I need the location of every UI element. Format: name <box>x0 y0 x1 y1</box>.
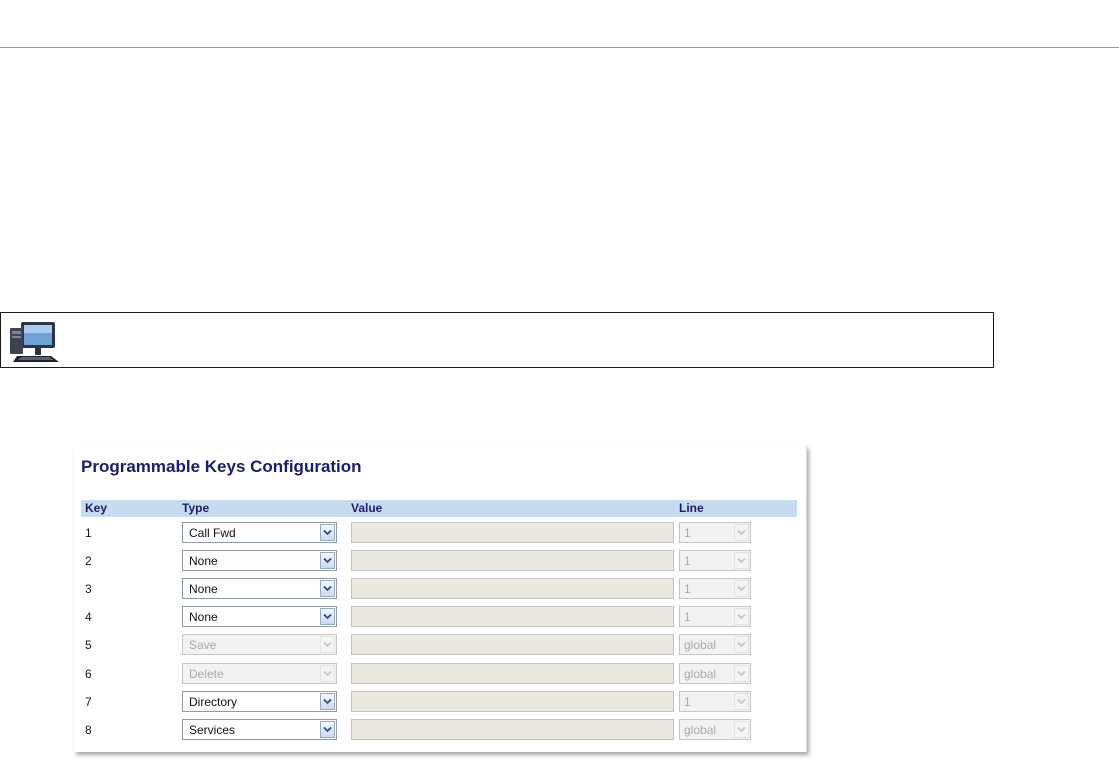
type-select-value: Save <box>189 638 217 652</box>
chevron-down-icon <box>320 636 335 653</box>
type-select-value: None <box>189 582 218 596</box>
table-row: 4 None 1 <box>81 606 797 630</box>
value-field <box>351 663 674 684</box>
type-select[interactable]: None <box>182 578 337 599</box>
chevron-down-icon <box>734 524 749 541</box>
value-field <box>351 578 674 599</box>
key-number: 7 <box>85 695 92 709</box>
key-number: 6 <box>85 667 92 681</box>
chevron-down-icon <box>320 524 335 541</box>
table-row: 7 Directory 1 <box>81 691 797 715</box>
line-select: global <box>679 634 751 655</box>
table-row: 1 Call Fwd 1 <box>81 522 797 546</box>
chevron-down-icon <box>320 693 335 710</box>
line-select-value: 1 <box>684 582 691 596</box>
line-select-value: global <box>684 638 717 652</box>
chevron-down-icon <box>734 721 749 738</box>
line-select-value: 1 <box>684 554 691 568</box>
line-select-value: 1 <box>684 695 691 709</box>
line-select: global <box>679 719 751 740</box>
type-select-value: Call Fwd <box>189 526 236 540</box>
line-select: 1 <box>679 550 751 571</box>
table-row: 5 Save global <box>81 634 797 658</box>
programmable-keys-panel: Programmable Keys Configuration Key Type… <box>74 446 807 752</box>
top-divider <box>0 47 1119 48</box>
table-row: 8 Services global <box>81 719 797 743</box>
table-row: 6 Delete global <box>81 663 797 687</box>
value-field <box>351 719 674 740</box>
table-row: 2 None 1 <box>81 550 797 574</box>
type-select[interactable]: None <box>182 550 337 571</box>
value-field <box>351 606 674 627</box>
chevron-down-icon <box>320 665 335 682</box>
key-number: 4 <box>85 610 92 624</box>
table-row: 3 None 1 <box>81 578 797 602</box>
type-select-value: Delete <box>189 667 224 681</box>
value-field <box>351 522 674 543</box>
column-header-line: Line <box>679 501 704 515</box>
chevron-down-icon <box>734 580 749 597</box>
computer-icon <box>10 322 59 362</box>
type-select: Delete <box>182 663 337 684</box>
chevron-down-icon <box>734 665 749 682</box>
type-select-value: Directory <box>189 695 238 709</box>
chevron-down-icon <box>734 552 749 569</box>
table-header: Key Type Value Line <box>81 500 797 517</box>
type-select-value: None <box>189 610 218 624</box>
line-select-value: 1 <box>684 526 691 540</box>
key-number: 5 <box>85 638 92 652</box>
note-box <box>0 312 994 368</box>
chevron-down-icon <box>320 552 335 569</box>
type-select[interactable]: None <box>182 606 337 627</box>
column-header-key: Key <box>85 501 108 515</box>
line-select-value: global <box>684 723 717 737</box>
chevron-down-icon <box>734 693 749 710</box>
type-select: Save <box>182 634 337 655</box>
line-select: 1 <box>679 691 751 712</box>
line-select: 1 <box>679 522 751 543</box>
key-number: 1 <box>85 526 92 540</box>
chevron-down-icon <box>320 608 335 625</box>
panel-title: Programmable Keys Configuration <box>81 457 362 476</box>
value-field <box>351 634 674 655</box>
chevron-down-icon <box>734 608 749 625</box>
key-number: 2 <box>85 554 92 568</box>
line-select: 1 <box>679 578 751 599</box>
value-field <box>351 691 674 712</box>
line-select-value: global <box>684 667 717 681</box>
type-select-value: Services <box>189 723 236 737</box>
type-select[interactable]: Directory <box>182 691 337 712</box>
chevron-down-icon <box>320 721 335 738</box>
column-header-type: Type <box>182 501 210 515</box>
line-select: 1 <box>679 606 751 627</box>
type-select-value: None <box>189 554 218 568</box>
value-field <box>351 550 674 571</box>
line-select-value: 1 <box>684 610 691 624</box>
key-number: 8 <box>85 723 92 737</box>
line-select: global <box>679 663 751 684</box>
type-select[interactable]: Services <box>182 719 337 740</box>
type-select[interactable]: Call Fwd <box>182 522 337 543</box>
chevron-down-icon <box>734 636 749 653</box>
key-number: 3 <box>85 582 92 596</box>
chevron-down-icon <box>320 580 335 597</box>
column-header-value: Value <box>351 501 383 515</box>
